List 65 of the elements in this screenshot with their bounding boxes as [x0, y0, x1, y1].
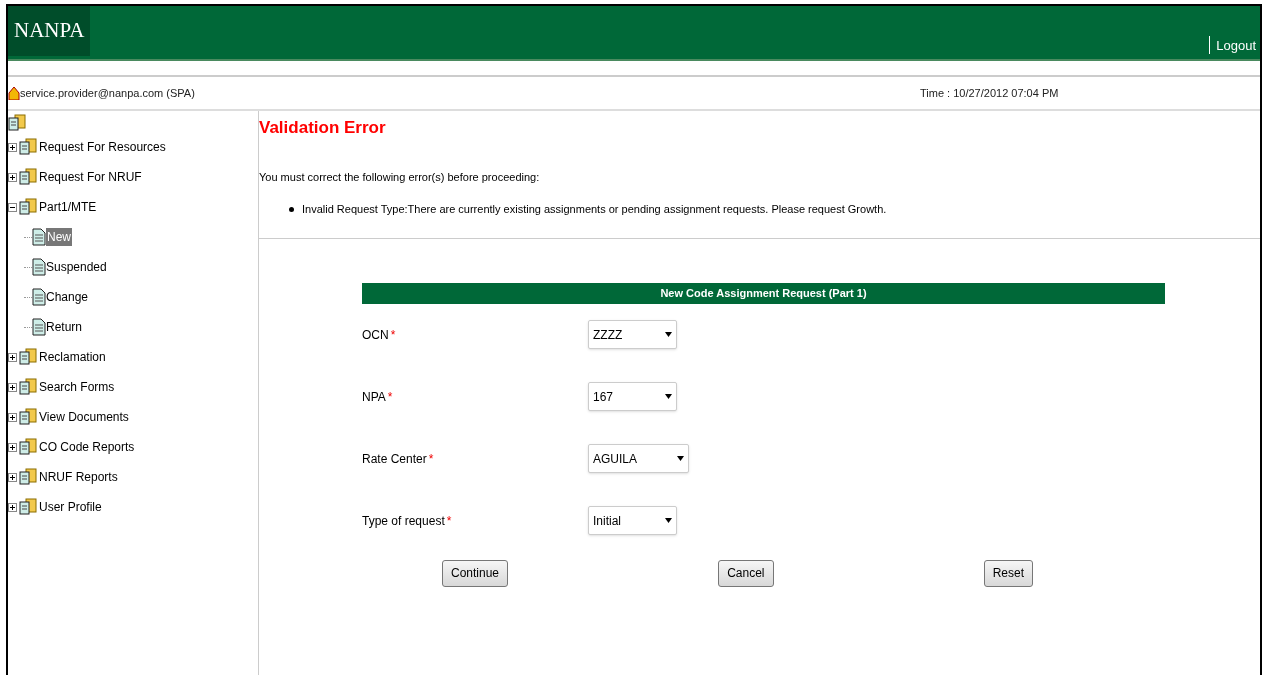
- folder-document-icon: [19, 138, 37, 156]
- expand-icon[interactable]: [8, 172, 17, 182]
- time-display: Time : 10/27/2012 07:04 PM: [920, 85, 1059, 101]
- dropdown-caret-icon: [665, 518, 672, 523]
- dropdown-caret-icon: [665, 394, 672, 399]
- logo: NANPA: [8, 6, 91, 56]
- folder-document-icon: [19, 438, 37, 456]
- select-dropdown[interactable]: AGUILA: [588, 444, 689, 473]
- error-intro: You must correct the following error(s) before proceeding:: [259, 169, 541, 185]
- folder-document-icon: [19, 498, 37, 516]
- folder-document-icon: [19, 348, 37, 366]
- folder-document-icon: [19, 378, 37, 396]
- required-mark: *: [428, 450, 434, 468]
- error-message: Invalid Request Type:There are currently existing assignments or pending assignment requests. Please request Growth.: [302, 202, 887, 217]
- folder-document-icon: [8, 114, 26, 132]
- document-icon: [32, 318, 46, 336]
- field-label: Rate Center: [362, 450, 427, 468]
- folder-document-icon: [19, 198, 37, 216]
- folder-document-icon: [19, 408, 37, 426]
- expand-icon[interactable]: [8, 352, 17, 362]
- expand-icon[interactable]: [8, 472, 17, 482]
- tree-item[interactable]: CO Code Reports: [39, 438, 135, 456]
- required-mark: *: [387, 388, 393, 406]
- tree-item[interactable]: Part1/MTE: [39, 198, 97, 216]
- select-dropdown[interactable]: ZZZZ: [588, 320, 677, 349]
- tree-item[interactable]: Suspended: [46, 258, 107, 276]
- select-dropdown[interactable]: Initial: [588, 506, 677, 535]
- expand-icon[interactable]: [8, 412, 17, 422]
- expand-icon[interactable]: [8, 442, 17, 452]
- tree-item[interactable]: Request For NRUF: [39, 168, 142, 186]
- home-icon[interactable]: [8, 86, 20, 100]
- tree-item[interactable]: Reclamation: [39, 348, 106, 366]
- tree-item[interactable]: Request For Resources: [39, 138, 166, 156]
- field-label: OCN: [362, 326, 389, 344]
- form-button[interactable]: Reset: [983, 559, 1033, 587]
- field-label: NPA: [362, 388, 386, 406]
- form-button[interactable]: Cancel: [718, 559, 774, 587]
- field-label: Type of request: [362, 512, 445, 530]
- expand-icon[interactable]: [8, 502, 17, 512]
- tree-item[interactable]: Change: [46, 288, 89, 306]
- error-title: Validation Error: [259, 117, 387, 139]
- form-button[interactable]: Continue: [442, 559, 509, 587]
- folder-document-icon: [19, 468, 37, 486]
- tree-item[interactable]: User Profile: [39, 498, 102, 516]
- required-mark: *: [390, 326, 396, 344]
- dropdown-caret-icon: [677, 456, 684, 461]
- document-icon: [32, 258, 46, 276]
- tree-item[interactable]: New: [46, 228, 72, 246]
- folder-document-icon: [19, 168, 37, 186]
- form-title-bar: New Code Assignment Request (Part 1): [362, 282, 1165, 304]
- tree-item[interactable]: NRUF Reports: [39, 468, 118, 486]
- tree-item[interactable]: Search Forms: [39, 378, 115, 396]
- select-dropdown[interactable]: 167: [588, 382, 677, 411]
- required-mark: *: [446, 512, 452, 530]
- user-account: service.provider@nanpa.com (SPA): [20, 85, 196, 101]
- bullet-icon: [289, 206, 294, 212]
- document-icon: [32, 288, 46, 306]
- expand-icon[interactable]: [8, 142, 17, 152]
- collapse-icon[interactable]: [8, 202, 17, 212]
- tree-item[interactable]: View Documents: [39, 408, 129, 426]
- tree-item[interactable]: Return: [46, 318, 83, 336]
- dropdown-caret-icon: [665, 332, 672, 337]
- document-icon: [32, 228, 46, 246]
- expand-icon[interactable]: [8, 382, 17, 392]
- logout-link[interactable]: Logout: [1216, 35, 1256, 55]
